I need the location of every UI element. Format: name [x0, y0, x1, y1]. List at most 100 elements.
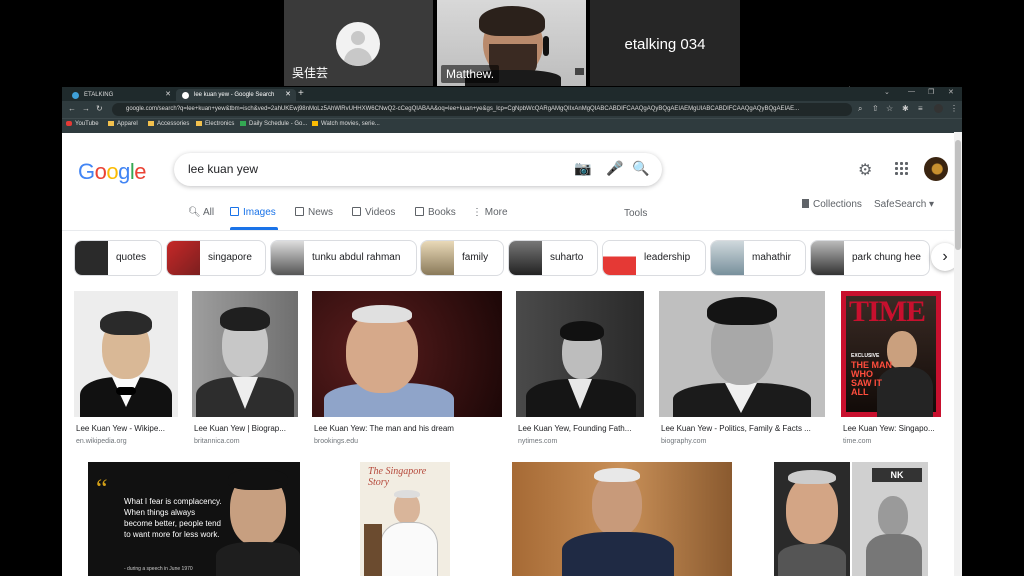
search-icon[interactable]: 🔍 — [632, 160, 649, 177]
chip-park-chung-hee[interactable]: park chung hee — [810, 240, 930, 276]
chip-thumbnail — [711, 241, 744, 275]
default-avatar-icon — [336, 22, 380, 66]
result-title[interactable]: Lee Kuan Yew - Politics, Family & Facts … — [661, 424, 825, 433]
chip-family[interactable]: family — [420, 240, 504, 276]
etalking-favicon-icon — [72, 92, 79, 99]
tools-button[interactable]: Tools — [624, 208, 647, 219]
microphone-icon[interactable]: 🎤 — [606, 160, 623, 177]
tab-news[interactable]: News — [295, 207, 333, 218]
camera-icon[interactable]: 📷 — [574, 160, 591, 177]
result-image — [74, 291, 178, 417]
profile-icon[interactable] — [934, 104, 943, 113]
result-image — [516, 291, 644, 417]
result-title[interactable]: Lee Kuan Yew: The man and his dream — [314, 424, 502, 433]
result-title[interactable]: Lee Kuan Yew, Founding Fath... — [518, 424, 644, 433]
bookmark-daily-schedule[interactable]: Daily Schedule - Go... — [240, 121, 307, 127]
tab-all[interactable]: 🔍︎ All — [188, 207, 214, 218]
reading-list-icon[interactable]: ≡ — [918, 104, 923, 113]
quote-attribution: - during a speech in June 1970 — [124, 566, 193, 572]
image-result[interactable]: NK — [764, 462, 940, 576]
result-source: en.wikipedia.org — [76, 438, 127, 445]
chip-thumbnail — [167, 241, 200, 275]
time-kicker: EXCLUSIVE — [851, 353, 880, 359]
sign-text: NK — [872, 468, 922, 482]
forward-icon[interactable]: → — [82, 104, 90, 113]
participant-name: Matthew. — [441, 65, 500, 83]
scrollbar-thumb[interactable] — [955, 140, 961, 250]
avatar[interactable] — [924, 157, 948, 181]
image-result[interactable] — [500, 462, 746, 576]
time-headline: THE MAN WHO SAW IT ALL — [851, 360, 892, 397]
tab-more[interactable]: ⋮ More — [472, 207, 508, 218]
apps-grid-icon[interactable] — [895, 162, 909, 176]
close-window-icon[interactable]: ✕ — [948, 88, 954, 96]
more-dots-icon: ⋮ — [472, 207, 482, 218]
search-icon: 🔍︎ — [188, 207, 201, 218]
folder-icon — [108, 121, 114, 126]
menu-icon[interactable]: ⋮ — [950, 104, 958, 113]
address-bar[interactable]: google.com/search?q=lee+kuan+yew&tbm=isc… — [112, 103, 852, 116]
bookmark-electronics[interactable]: Electronics — [196, 121, 234, 127]
chip-mahathir[interactable]: mahathir — [710, 240, 806, 276]
browser-window: ETALKING ✕ lee kuan yew - Google Search … — [62, 87, 962, 576]
tab-videos[interactable]: Videos — [352, 207, 395, 218]
maximize-icon[interactable]: ❐ — [928, 88, 934, 96]
result-image: NK — [852, 462, 928, 576]
image-result[interactable]: Lee Kuan Yew: The man and his dream broo… — [312, 291, 502, 451]
gear-icon[interactable]: ⚙ — [858, 160, 872, 180]
result-title[interactable]: Lee Kuan Yew: Singapo... — [843, 424, 941, 433]
image-result[interactable]: Lee Kuan Yew, Founding Fath... nytimes.c… — [516, 291, 644, 451]
new-tab-icon[interactable]: + — [298, 88, 304, 99]
toolbar: ← → ↻ google.com/search?q=lee+kuan+yew&t… — [62, 101, 962, 118]
chip-leadership[interactable]: leadership — [602, 240, 706, 276]
image-result[interactable]: Lee Kuan Yew | Biograp... britannica.com — [192, 291, 298, 451]
bookmark-star-icon[interactable]: ☆ — [886, 104, 893, 113]
scrollbar[interactable] — [954, 132, 962, 576]
search-icon[interactable]: ⌕ — [858, 104, 862, 114]
image-result[interactable]: The Singapore Story — [330, 462, 482, 576]
book-icon — [415, 207, 424, 216]
bookmark-accessories[interactable]: Accessories — [148, 121, 189, 127]
tab-etalking[interactable]: ETALKING ✕ — [66, 89, 176, 101]
bookmark-apparel[interactable]: Apparel — [108, 121, 138, 127]
share-icon[interactable]: ⇧ — [872, 104, 879, 113]
tab-title: ETALKING — [84, 92, 114, 98]
participant-tile-video[interactable]: Matthew. — [437, 0, 586, 86]
tab-images[interactable]: Images — [230, 207, 276, 218]
result-source: britannica.com — [194, 438, 240, 445]
result-title[interactable]: Lee Kuan Yew - Wikipe... — [76, 424, 178, 433]
image-result[interactable]: Lee Kuan Yew - Politics, Family & Facts … — [659, 291, 825, 451]
close-tab-icon[interactable]: ✕ — [285, 89, 291, 101]
search-box[interactable]: lee kuan yew 📷 🎤 🔍 — [174, 153, 662, 186]
close-tab-icon[interactable]: ✕ — [165, 89, 171, 101]
reload-icon[interactable]: ↻ — [96, 104, 103, 113]
safesearch-button[interactable]: SafeSearch ▾ — [874, 199, 934, 210]
image-result[interactable]: “ What I fear is complacency. When thing… — [74, 462, 312, 576]
tab-google-search[interactable]: lee kuan yew - Google Search ✕ — [176, 89, 296, 101]
collections-button[interactable]: Collections — [802, 199, 862, 210]
result-title[interactable]: Lee Kuan Yew | Biograp... — [194, 424, 298, 433]
divider — [62, 230, 962, 231]
participant-name: 吳佳芸 — [292, 66, 329, 80]
tab-search-icon[interactable]: ⌄ — [884, 88, 890, 96]
bookmark-youtube[interactable]: YouTube — [66, 121, 99, 127]
google-logo[interactable]: Google — [78, 159, 147, 185]
chip-singapore[interactable]: singapore — [166, 240, 266, 276]
video-icon — [352, 207, 361, 216]
image-result[interactable]: Lee Kuan Yew - Wikipe... en.wikipedia.or… — [74, 291, 178, 451]
back-icon[interactable]: ← — [68, 104, 76, 113]
chip-suharto[interactable]: suharto — [508, 240, 598, 276]
tab-books[interactable]: Books — [415, 207, 456, 218]
minimize-icon[interactable]: — — [908, 88, 915, 95]
bookmark-watch-movies[interactable]: Watch movies, serie... — [312, 121, 380, 127]
search-input[interactable]: lee kuan yew — [188, 162, 258, 176]
bookmark-icon — [802, 199, 809, 208]
image-result[interactable]: TIME EXCLUSIVE THE MAN WHO SAW IT ALL Le… — [841, 291, 941, 451]
participant-tile[interactable]: 吳佳芸 — [284, 0, 433, 86]
chip-quotes[interactable]: quotes — [74, 240, 162, 276]
chip-tunku-abdul-rahman[interactable]: tunku abdul rahman — [270, 240, 417, 276]
extensions-icon[interactable]: ✱ — [902, 104, 909, 113]
chip-thumbnail — [603, 241, 636, 275]
chip-thumbnail — [421, 241, 454, 275]
participant-tile[interactable]: etalking 034 — [590, 0, 740, 86]
